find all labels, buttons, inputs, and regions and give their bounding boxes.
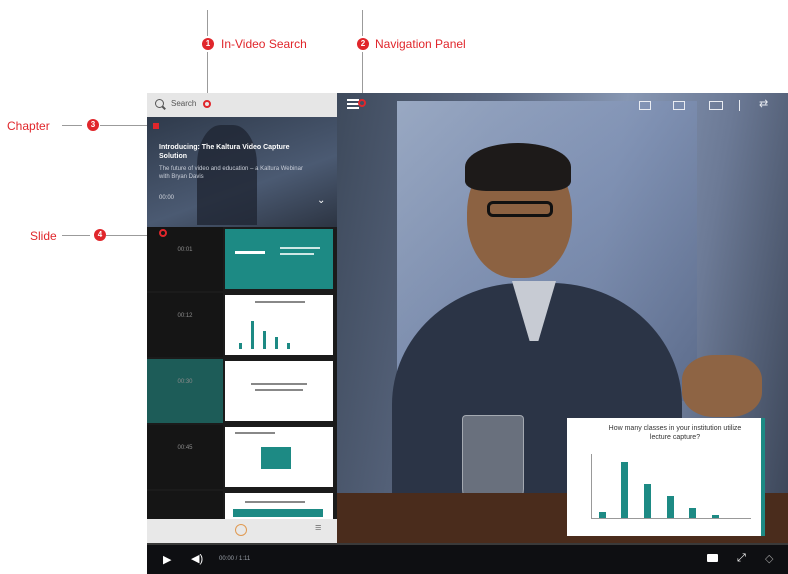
slide-item-active[interactable]: 00:30 [147,359,337,423]
slide-time-column: 00:45 [147,425,223,489]
slide-pip-bar [599,512,606,518]
time-display: 00:00 / 1:11 [219,556,251,562]
callout-label-navigation: Navigation Panel [375,37,466,51]
search-icon-handle [162,105,166,110]
control-bar: ▶ ◀) 00:00 / 1:11 ⤢ ◇ [147,545,788,574]
chapter-marker [153,123,159,129]
swap-icon[interactable]: ⇄ [759,97,768,110]
slide-pip-accent [761,418,765,536]
callout-line-search-lower [207,52,208,97]
slide-thumb-text [235,251,265,254]
sync-target-icon[interactable] [235,524,247,536]
search-bar[interactable]: Search [147,93,337,117]
slide-pip-title: How many classes in your institution uti… [608,425,742,441]
slide-time: 00:45 [177,445,193,451]
slide-time: 00:01 [177,247,193,253]
slide-pip-bar [621,462,628,518]
chapter-title: Introducing: The Kaltura Video Capture S… [159,144,290,160]
slide-pip-axis [591,454,592,518]
captions-icon[interactable] [707,554,718,562]
chevron-down-icon[interactable]: ⌄ [317,195,325,206]
fullscreen-icon[interactable]: ⤢ [737,552,746,565]
single-view-icon[interactable] [709,101,723,110]
callout-badge-slide: 4 [94,229,106,241]
divider-icon [739,100,740,111]
slide-pip-bar [667,496,674,518]
settings-icon[interactable]: ◇ [765,552,773,565]
navigation-panel: Search Introducing: The Kaltura Video Ca… [147,93,337,543]
slide-time-column: 00:12 [147,293,223,357]
slide-pip-bar [689,508,696,518]
slide-pip-bar [644,484,651,518]
chapter-subtitle: The future of video and education – a Ka… [159,166,303,180]
callout-line-chapter-right [100,125,150,126]
chapter-time: 00:00 [159,195,175,201]
panel-footer: ≡ [147,519,337,543]
slide-thumbnail [225,229,333,289]
presenter-hand [682,355,762,417]
video-player: ⇄ How many classes in your institution u… [147,93,788,574]
slide-time-column: 00:30 [147,359,223,423]
presenter-hair [465,143,571,191]
callout-line-slide [62,235,90,236]
search-input[interactable]: Search [171,99,196,108]
slide-time: 00:30 [177,379,193,385]
slide-pip[interactable]: How many classes in your institution uti… [567,418,765,536]
slide-time: 00:12 [177,313,193,319]
slide-thumbnail [225,295,333,355]
navigation-callout-marker [358,99,366,107]
slide-item[interactable]: 00:45 [147,425,337,489]
callout-line-search [207,10,208,36]
slide-thumbnail [225,427,333,487]
picture-in-picture-icon[interactable] [639,101,651,110]
callout-badge-navigation: 2 [357,38,369,50]
slide-pip-bar [712,515,719,518]
slide-time-column: 00:01 [147,227,223,291]
slide-thumb-text [280,247,320,249]
slide-thumbnail [225,361,333,421]
slide-pip-baseline [591,518,751,519]
slide-thumb-text [280,253,314,255]
callout-label-search: In-Video Search [221,37,307,51]
chapter-item[interactable]: Introducing: The Kaltura Video Capture S… [147,117,337,227]
slide-callout-marker [159,229,167,237]
callout-line-navigation-lower [362,52,363,97]
play-icon[interactable]: ▶ [163,553,171,566]
volume-icon[interactable]: ◀) [191,552,203,565]
search-callout-marker [203,100,211,108]
presenter-glasses [487,201,553,217]
callout-badge-search: 1 [202,38,214,50]
callout-line-navigation [362,10,363,36]
callout-badge-chapter: 3 [87,119,99,131]
slide-item[interactable]: 00:01 [147,227,337,291]
callout-label-chapter: Chapter [7,119,50,133]
callout-line-chapter [62,125,82,126]
sort-icon[interactable]: ≡ [315,522,321,534]
callout-label-slide: Slide [30,229,57,243]
slide-item[interactable]: 00:12 [147,293,337,357]
side-by-side-icon[interactable] [673,101,685,110]
